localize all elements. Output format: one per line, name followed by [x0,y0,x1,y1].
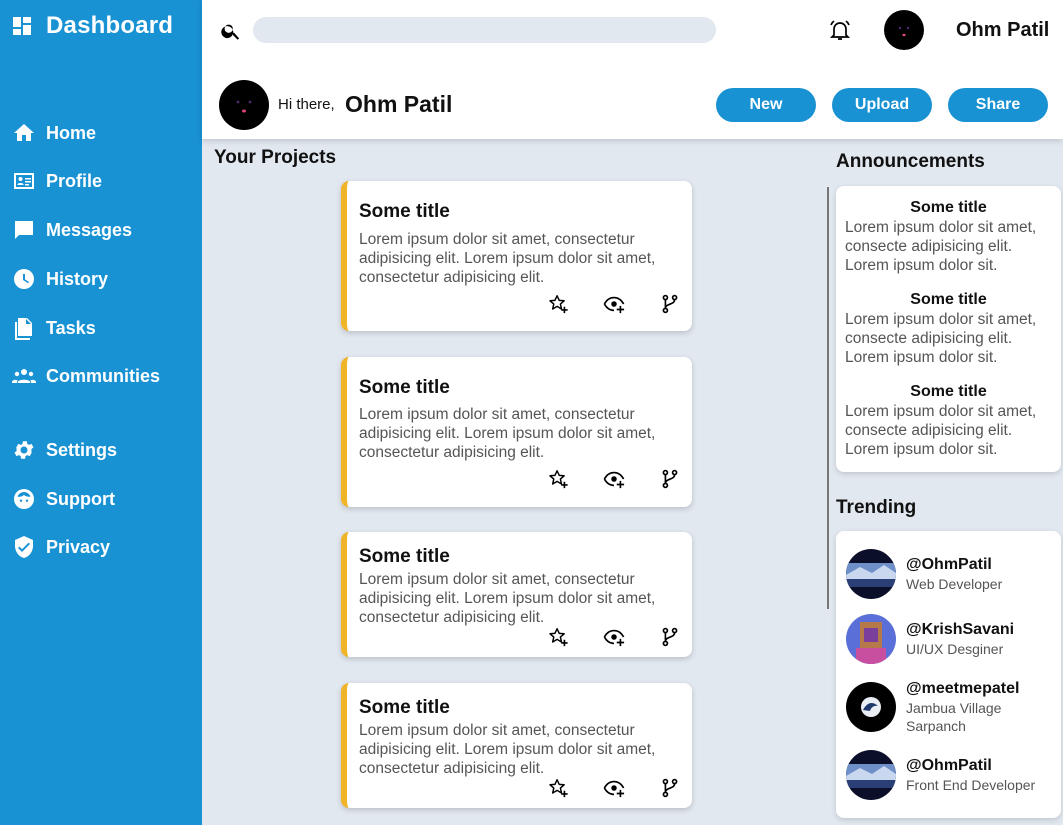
card-description: Lorem ipsum dolor sit amet, consectetur … [359,406,656,461]
trend-role: Web Developer [906,576,1003,592]
star-add-icon[interactable] [547,468,569,490]
card-description: Lorem ipsum dolor sit amet, consectetur … [359,722,656,777]
project-card[interactable]: Some title Lorem ipsum dolor sit amet, c… [341,357,692,507]
trend-handle[interactable]: @meetmepatel [906,680,1019,698]
announcements-card: Some title Lorem ipsum dolor sit amet, c… [836,186,1061,472]
avatar-landscape-icon [846,750,896,800]
clock-icon [14,269,34,289]
avatar-face-icon [236,100,252,113]
trend-handle[interactable]: @OhmPatil [906,757,992,775]
sidebar-item-label: Profile [46,170,103,191]
divider [827,187,829,609]
sidebar-item-messages[interactable]: Messages [12,218,132,242]
sidebar: Dashboard Home Profile Messages History … [0,0,202,825]
watch-add-icon[interactable] [603,293,625,315]
star-add-icon[interactable] [547,293,569,315]
watch-add-icon[interactable] [603,777,625,799]
avatar-face-icon [898,26,910,37]
trend-role: Front End Developer [906,777,1036,793]
search-input[interactable] [253,17,716,43]
announcement-description: Lorem ipsum dolor sit amet, consecte adi… [845,311,1037,366]
search-icon[interactable] [220,20,242,42]
sidebar-item-home[interactable]: Home [12,121,96,145]
announcement-description: Lorem ipsum dolor sit amet, consecte adi… [845,219,1037,274]
watch-add-icon[interactable] [603,468,625,490]
watch-add-icon[interactable] [603,626,625,648]
sidebar-item-settings[interactable]: Settings [12,438,117,462]
id-card-icon [14,173,34,189]
dashboard-icon [13,17,31,35]
avatar[interactable] [884,10,924,50]
sidebar-item-label: Home [46,122,97,143]
fork-icon[interactable] [659,468,681,490]
card-title: Some title [359,546,450,567]
star-add-icon[interactable] [547,626,569,648]
trend-role: Jambua Village Sarpanch [906,700,1002,734]
trend-handle[interactable]: @KrishSavani [906,621,1014,639]
card-title: Some title [359,697,450,718]
fork-icon[interactable] [659,626,681,648]
projects-heading: Your Projects [214,147,337,168]
project-card[interactable]: Some title Lorem ipsum dolor sit amet, c… [341,532,692,657]
announcement-title: Some title [910,291,987,308]
sidebar-item-label: Communities [46,365,161,386]
sidebar-item-label: Support [46,488,115,509]
gear-icon [14,441,34,459]
trend-avatar[interactable] [846,614,896,664]
sidebar-item-support[interactable]: Support [12,487,115,511]
card-title: Some title [359,377,450,398]
support-icon [14,489,34,509]
sidebar-item-history[interactable]: History [12,267,108,291]
fork-icon[interactable] [659,293,681,315]
trend-handle[interactable]: @OhmPatil [906,556,992,574]
fork-icon[interactable] [659,777,681,799]
document-icon [15,318,32,340]
new-button[interactable]: New [716,88,816,122]
sidebar-item-privacy[interactable]: Privacy [12,535,110,559]
shield-icon [15,536,33,558]
sidebar-item-label: History [46,268,109,289]
message-icon [15,221,33,239]
group-icon [12,369,36,383]
trend-avatar[interactable] [846,549,896,599]
brand-title: Dashboard [46,12,174,39]
project-card[interactable]: Some title Lorem ipsum dolor sit amet, c… [341,683,692,808]
trend-role: UI/UX Desginer [906,641,1004,657]
avatar-illustration-icon [846,614,896,664]
sidebar-item-label: Settings [46,439,118,460]
trend-avatar[interactable] [846,682,896,732]
sidebar-item-tasks[interactable]: Tasks [12,316,96,340]
trending-heading: Trending [836,497,917,518]
share-button[interactable]: Share [948,88,1048,122]
avatar-wave-icon [846,682,896,732]
project-card[interactable]: Some title Lorem ipsum dolor sit amet, c… [341,181,692,331]
trending-card: @OhmPatil Web Developer @KrishSavani UI/… [836,531,1061,818]
greeting-name: Ohm Patil [345,91,453,117]
sidebar-item-label: Messages [46,219,133,240]
sidebar-item-label: Tasks [46,317,96,338]
card-description: Lorem ipsum dolor sit amet, consectetur … [359,231,656,286]
brand[interactable]: Dashboard [10,12,173,40]
header: Ohm Patil Hi there, Ohm Patil New Upload… [202,0,1063,139]
greeting-text: Hi there, [278,96,335,113]
announcement-title: Some title [910,383,987,400]
trend-avatar[interactable] [846,750,896,800]
sidebar-item-communities[interactable]: Communities [12,364,160,388]
sidebar-item-label: Privacy [46,536,111,557]
announcements-heading: Announcements [836,151,985,172]
bell-icon[interactable] [828,18,852,42]
star-add-icon[interactable] [547,777,569,799]
sidebar-item-profile[interactable]: Profile [12,169,102,193]
card-description: Lorem ipsum dolor sit amet, consectetur … [359,571,656,626]
greeting-avatar [219,80,269,130]
card-title: Some title [359,201,450,222]
announcement-description: Lorem ipsum dolor sit amet, consecte adi… [845,403,1037,458]
announcement-title: Some title [910,199,987,216]
avatar-landscape-icon [846,549,896,599]
upload-button[interactable]: Upload [832,88,932,122]
username[interactable]: Ohm Patil [956,19,1049,42]
home-icon [14,124,34,141]
